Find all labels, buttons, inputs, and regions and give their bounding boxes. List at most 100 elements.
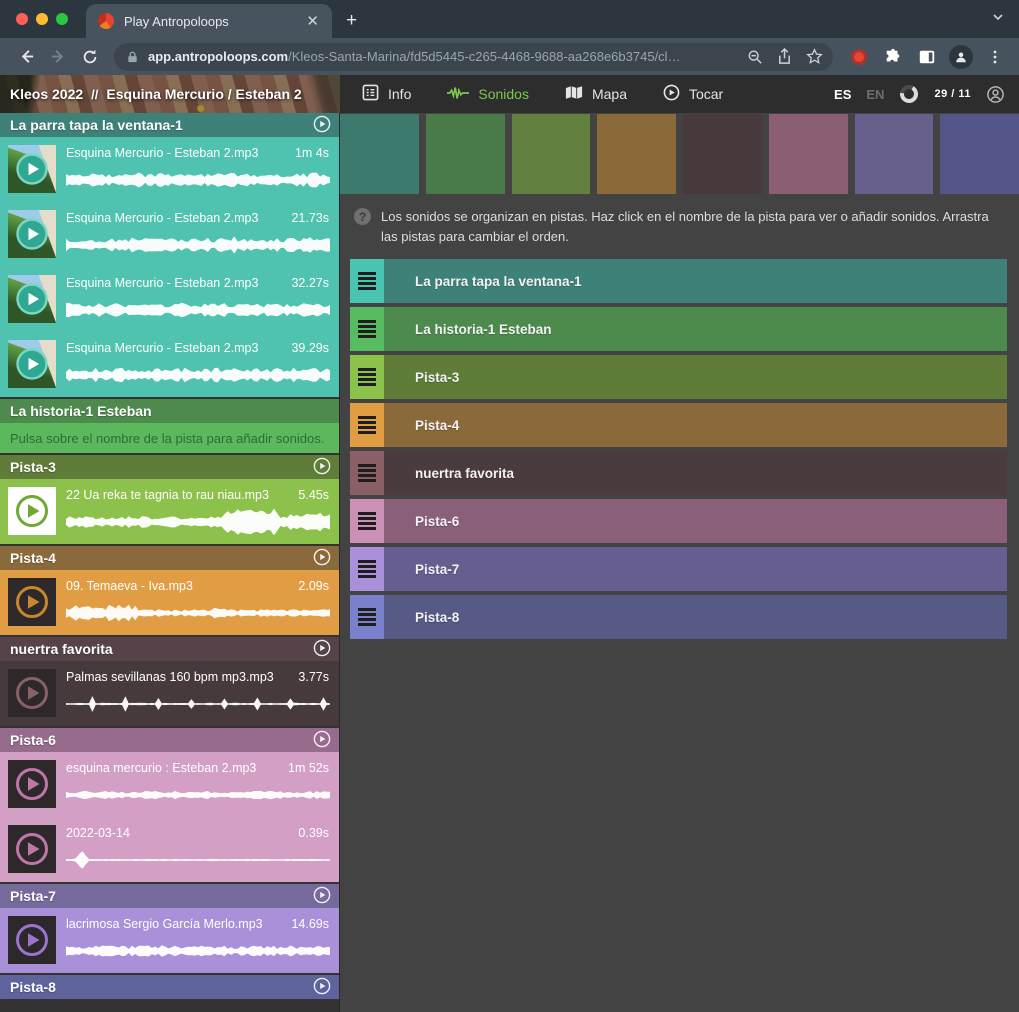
tab-search-chevron-icon[interactable] [991, 10, 1005, 29]
track-header[interactable]: Pista-7 [0, 884, 339, 908]
track-play-button[interactable] [313, 457, 331, 478]
zoom-indicator-icon[interactable] [747, 49, 763, 65]
track-header[interactable]: Pista-6 [0, 728, 339, 752]
lang-en-button[interactable]: EN [866, 87, 884, 102]
forward-button[interactable] [44, 43, 72, 71]
track-play-button[interactable] [313, 730, 331, 751]
browser-menu-icon[interactable] [981, 43, 1009, 71]
clip-thumbnail[interactable] [8, 578, 56, 626]
minimize-window-button[interactable] [36, 13, 48, 25]
drag-handle[interactable] [350, 595, 384, 639]
clip-item[interactable]: Esquina Mercurio - Esteban 2.mp339.29s [0, 332, 339, 397]
track-header[interactable]: Pista-3 [0, 455, 339, 479]
sounds-counter: 29 / 11 [934, 88, 971, 100]
extensions-icon[interactable] [879, 43, 907, 71]
share-icon[interactable] [777, 48, 792, 65]
track-row[interactable]: La historia-1 Esteban [350, 307, 1007, 351]
url-bar[interactable]: app.antropoloops.com/Kleos-Santa-Marina/… [114, 43, 833, 71]
track-play-button[interactable] [313, 639, 331, 660]
drag-handle[interactable] [350, 403, 384, 447]
back-button[interactable] [12, 43, 40, 71]
track-header[interactable]: Pista-8 [0, 975, 339, 999]
nav-item-tocar[interactable]: Tocar [663, 84, 723, 104]
track-header[interactable]: La parra tapa la ventana-1 [0, 113, 339, 137]
track-row-label-area[interactable]: nuertra favorita [384, 451, 1007, 495]
lang-es-button[interactable]: ES [834, 87, 851, 102]
drag-handle[interactable] [350, 355, 384, 399]
new-tab-button[interactable]: + [332, 10, 371, 38]
track-play-button[interactable] [313, 977, 331, 998]
track-row-label-area[interactable]: Pista-4 [384, 403, 1007, 447]
drag-handle[interactable] [350, 499, 384, 543]
nav-item-info[interactable]: Info [362, 84, 411, 104]
clip-item[interactable]: Palmas sevillanas 160 bpm mp3.mp33.77s [0, 661, 339, 726]
track-row[interactable]: La parra tapa la ventana-1 [350, 259, 1007, 303]
clip-thumbnail[interactable] [8, 825, 56, 873]
drag-handle[interactable] [350, 307, 384, 351]
browser-tab[interactable]: Play Antropoloops ✕ [86, 4, 332, 38]
clip-thumbnail[interactable] [8, 669, 56, 717]
track-row[interactable]: Pista-3 [350, 355, 1007, 399]
track-play-button[interactable] [313, 548, 331, 569]
clip-item[interactable]: Esquina Mercurio - Esteban 2.mp31m 4s [0, 137, 339, 202]
reload-button[interactable] [76, 43, 104, 71]
nav-item-sonidos[interactable]: Sonidos [447, 85, 529, 104]
clip-item[interactable]: 2022-03-140.39s [0, 817, 339, 882]
track-header[interactable]: Pista-4 [0, 546, 339, 570]
clip-item[interactable]: 22 Ua reka te tagnia to rau niau.mp35.45… [0, 479, 339, 544]
clip-item[interactable]: Esquina Mercurio - Esteban 2.mp321.73s [0, 202, 339, 267]
track-header[interactable]: La historia-1 Esteban [0, 399, 339, 423]
clip-item[interactable]: esquina mercurio : Esteban 2.mp31m 52s [0, 752, 339, 817]
nav-item-mapa[interactable]: Mapa [565, 85, 627, 103]
help-block: ? Los sonidos se organizan en pistas. Ha… [340, 194, 1019, 258]
drag-handle[interactable] [350, 547, 384, 591]
screen-record-indicator[interactable] [845, 43, 873, 71]
drag-handle[interactable] [350, 259, 384, 303]
map-preview-banner[interactable]: Kleos 2022 // Esquina Mercurio / Esteban… [0, 75, 340, 113]
track-row[interactable]: Pista-6 [350, 499, 1007, 543]
color-swatch [855, 114, 934, 194]
clip-thumbnail[interactable] [8, 916, 56, 964]
track-row-label-area[interactable]: Pista-6 [384, 499, 1007, 543]
clip-item[interactable]: 09. Temaeva - Iva.mp32.09s [0, 570, 339, 635]
clip-title: Palmas sevillanas 160 bpm mp3.mp3 [66, 670, 274, 684]
track-row[interactable]: Pista-7 [350, 547, 1007, 591]
profile-avatar[interactable] [947, 43, 975, 71]
track-section: Pista-409. Temaeva - Iva.mp32.09s [0, 546, 339, 635]
track-row-label-area[interactable]: Pista-8 [384, 595, 1007, 639]
clip-thumbnail[interactable] [8, 340, 56, 388]
tracks-sidebar: La parra tapa la ventana-1Esquina Mercur… [0, 113, 340, 1012]
zoom-window-button[interactable] [56, 13, 68, 25]
clip-thumbnail[interactable] [8, 275, 56, 323]
nav-label: Info [388, 86, 411, 102]
clip-thumbnail[interactable] [8, 145, 56, 193]
account-icon[interactable] [986, 85, 1005, 104]
track-row-label-area[interactable]: La historia-1 Esteban [384, 307, 1007, 351]
track-name: La historia-1 Esteban [10, 403, 331, 419]
drag-handle[interactable] [350, 451, 384, 495]
clip-item[interactable]: lacrimosa Sergio García Merlo.mp314.69s [0, 908, 339, 973]
side-panel-icon[interactable] [913, 43, 941, 71]
track-play-button[interactable] [313, 115, 331, 136]
clip-thumbnail[interactable] [8, 760, 56, 808]
track-row[interactable]: Pista-4 [350, 403, 1007, 447]
clip-waveform [66, 509, 330, 535]
track-row-label-area[interactable]: La parra tapa la ventana-1 [384, 259, 1007, 303]
track-row[interactable]: Pista-8 [350, 595, 1007, 639]
track-row-label-area[interactable]: Pista-7 [384, 547, 1007, 591]
track-header[interactable]: nuertra favorita [0, 637, 339, 661]
track-row-label-area[interactable]: Pista-3 [384, 355, 1007, 399]
clip-thumbnail[interactable] [8, 210, 56, 258]
tab-close-icon[interactable]: ✕ [303, 12, 322, 30]
breadcrumb-project[interactable]: Kleos 2022 [10, 86, 83, 102]
bookmark-star-icon[interactable] [806, 48, 823, 65]
track-play-button[interactable] [313, 886, 331, 907]
close-window-button[interactable] [16, 13, 28, 25]
breadcrumb: Kleos 2022 // Esquina Mercurio / Esteban… [0, 86, 302, 102]
clip-item[interactable]: Esquina Mercurio - Esteban 2.mp332.27s [0, 267, 339, 332]
track-row[interactable]: nuertra favorita [350, 451, 1007, 495]
clip-thumbnail[interactable] [8, 487, 56, 535]
url-path: /Kleos-Santa-Marina/fd5d5445-c265-4468-9… [288, 49, 737, 64]
clip-title: 22 Ua reka te tagnia to rau niau.mp3 [66, 488, 269, 502]
color-swatch [940, 114, 1019, 194]
